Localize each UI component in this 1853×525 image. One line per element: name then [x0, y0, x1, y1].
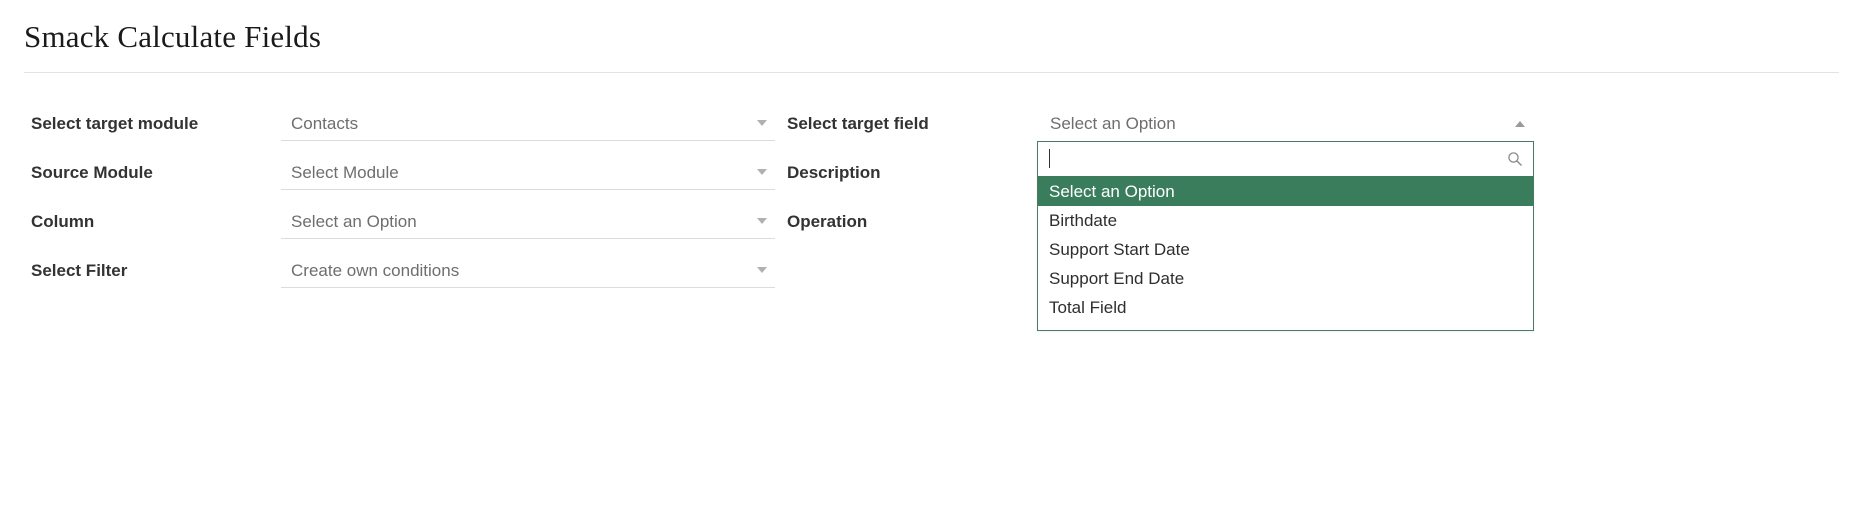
target-field-dropdown-panel: Select an Option Birthdate Support Start…: [1037, 141, 1534, 332]
dropdown-search-input[interactable]: [1046, 142, 1501, 176]
label-source-module: Source Module: [31, 163, 153, 183]
target-field-dropdown: Select an Option Select an Option Birthd…: [1037, 109, 1534, 332]
target-field-selected-value: Select an Option: [1050, 114, 1176, 134]
label-select-filter: Select Filter: [31, 261, 128, 281]
page-header: Smack Calculate Fields: [0, 0, 1853, 55]
select-filter-value: Create own conditions: [291, 261, 460, 281]
select-source-module-value: Select Module: [291, 163, 399, 183]
field-cell: Contacts: [281, 109, 775, 142]
search-icon[interactable]: [1507, 151, 1523, 167]
chevron-down-icon: [757, 120, 767, 127]
select-column-value: Select an Option: [291, 212, 417, 232]
select-target-module[interactable]: Contacts: [281, 109, 775, 142]
field-cell: Select Module: [281, 158, 775, 191]
select-column[interactable]: Select an Option: [281, 207, 775, 240]
form-row: Source Module Select Module Description: [0, 158, 1853, 207]
page-title: Smack Calculate Fields: [24, 19, 322, 54]
chevron-up-icon: [1515, 121, 1525, 128]
option-list-bottom-pad: [1038, 322, 1533, 330]
dropdown-option-select-an-option[interactable]: Select an Option: [1038, 177, 1533, 207]
label-operation: Operation: [787, 212, 868, 232]
target-field-dropdown-trigger[interactable]: Select an Option: [1037, 109, 1534, 141]
dropdown-option-support-end-date[interactable]: Support End Date: [1038, 264, 1533, 293]
select-filter[interactable]: Create own conditions: [281, 256, 775, 289]
chevron-down-icon: [757, 169, 767, 176]
form-row: Select target module Contacts Select tar…: [0, 109, 1853, 158]
label-select-target-field: Select target field: [787, 114, 929, 134]
dropdown-search-row: [1038, 142, 1533, 178]
chevron-down-icon: [757, 218, 767, 225]
dropdown-option-birthdate[interactable]: Birthdate: [1038, 206, 1533, 235]
dropdown-option-support-start-date[interactable]: Support Start Date: [1038, 235, 1533, 264]
label-description: Description: [787, 163, 881, 183]
label-column: Column: [31, 212, 95, 232]
label-select-target-module: Select target module: [31, 114, 199, 134]
chevron-down-icon: [757, 267, 767, 274]
field-cell: Create own conditions: [281, 256, 775, 289]
dropdown-option-list: Select an Option Birthdate Support Start…: [1038, 177, 1533, 323]
form-area: Select target module Contacts Select tar…: [0, 73, 1853, 332]
select-source-module[interactable]: Select Module: [281, 158, 775, 191]
field-cell: Select an Option: [281, 207, 775, 240]
form-row: Select Filter Create own conditions: [0, 256, 1853, 305]
select-target-module-value: Contacts: [291, 114, 359, 134]
form-row: Column Select an Option Operation: [0, 207, 1853, 256]
dropdown-option-total-field[interactable]: Total Field: [1038, 293, 1533, 322]
